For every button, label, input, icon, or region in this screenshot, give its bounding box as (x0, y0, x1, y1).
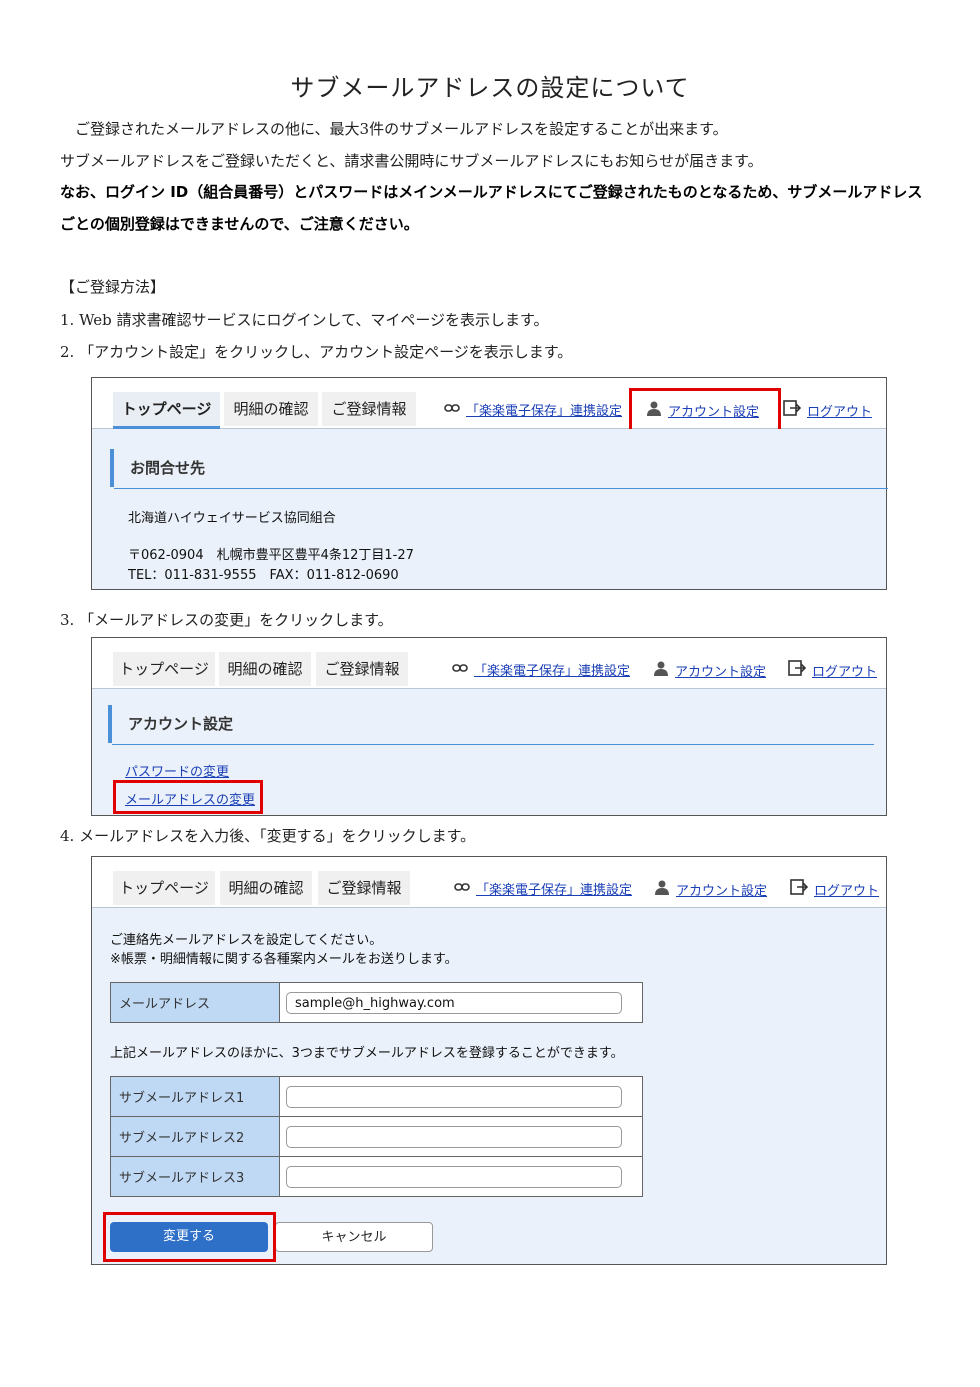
rakuraku-link-label[interactable]: 「楽楽電子保存」連携設定 (466, 400, 622, 419)
logout-link[interactable]: ログアウト (788, 660, 877, 680)
address: 〒062-0904 札幌市豊平区豊平4条12丁目1-27 (128, 548, 414, 563)
step-3: 3. 「メールアドレスの変更」をクリックします。 (60, 611, 393, 629)
account-link-label[interactable]: アカウント設定 (675, 661, 766, 680)
logout-link-label[interactable]: ログアウト (814, 880, 879, 899)
content-area: ご連絡先メールアドレスを設定してください。 ※帳票・明細情報に関する各種案内メー… (92, 908, 886, 1264)
step-2: 2. 「アカウント設定」をクリックし、アカウント設定ページを表示します。 (60, 343, 573, 361)
rakuraku-link-label[interactable]: 「楽楽電子保存」連携設定 (474, 660, 630, 679)
main-mail-table: メールアドレス sample@h_highway.com (110, 982, 643, 1023)
logout-link-label[interactable]: ログアウト (812, 661, 877, 680)
tab-meisai[interactable]: 明細の確認 (220, 871, 312, 905)
logout-icon (790, 879, 809, 899)
section-underline (114, 488, 888, 489)
navbar: トップページ 明細の確認 ご登録情報 「楽楽電子保存」連携設定 アカウント設定 … (92, 857, 886, 908)
screenshot-mypage: トップページ 明細の確認 ご登録情報 「楽楽電子保存」連携設定 アカウント設定 … (91, 377, 888, 590)
cancel-button[interactable]: キャンセル (275, 1222, 433, 1252)
content-area: アカウント設定 パスワードの変更 メールアドレスの変更 (92, 689, 886, 815)
logout-link-label[interactable]: ログアウト (807, 401, 872, 420)
org-name: 北海道ハイウェイサービス協同組合 (128, 511, 336, 526)
sub3-input[interactable] (286, 1165, 622, 1188)
highlight-account (629, 388, 781, 432)
intro-line-2: サブメールアドレスをご登録いただくと、請求書公開時にサブメールアドレスにもお知ら… (60, 152, 763, 170)
step-4: 4. メールアドレスを入力後、「変更する」をクリックします。 (60, 827, 476, 845)
logout-icon (788, 660, 807, 680)
screenshot-mail-settings: トップページ 明細の確認 ご登録情報 「楽楽電子保存」連携設定 アカウント設定 … (91, 856, 887, 1265)
account-link[interactable]: アカウント設定 (653, 660, 766, 680)
content-area: お問合せ先 北海道ハイウェイサービス協同組合 〒062-0904 札幌市豊平区豊… (92, 429, 888, 589)
sub1-input[interactable] (286, 1085, 622, 1108)
tel-fax: TEL：011-831-9555 FAX：011-812-0690 (128, 568, 399, 583)
logout-link[interactable]: ログアウト (790, 879, 879, 899)
notice-line-1: なお、ログイン ID（組合員番号）とパスワードはメインメールアドレスにてご登録さ… (60, 183, 923, 201)
sub-mail-table: サブメールアドレス1 サブメールアドレス2 サブメールアドレス3 (110, 1076, 643, 1197)
rakuraku-link[interactable]: 「楽楽電子保存」連携設定 (444, 400, 622, 419)
sub-mail-note: 上記メールアドレスのほかに、3つまでサブメールアドレスを登録することができます。 (110, 1046, 624, 1061)
step-1: 1. Web 請求書確認サービスにログインして、マイページを表示します。 (60, 311, 549, 329)
screenshot-account-settings: トップページ 明細の確認 ご登録情報 「楽楽電子保存」連携設定 アカウント設定 … (91, 637, 887, 816)
method-heading: 【ご登録方法】 (60, 278, 166, 296)
rakuraku-link[interactable]: 「楽楽電子保存」連携設定 (452, 660, 630, 679)
tab-top-page[interactable]: トップページ (113, 392, 220, 429)
navbar: トップページ 明細の確認 ご登録情報 「楽楽電子保存」連携設定 アカウント設定 … (92, 638, 886, 689)
tab-touroku[interactable]: ご登録情報 (316, 652, 408, 686)
intro-line-1: ご登録されたメールアドレスの他に、最大3件のサブメールアドレスを設定することが出… (75, 120, 728, 138)
tab-touroku[interactable]: ご登録情報 (318, 871, 410, 905)
person-icon (654, 879, 670, 899)
tab-meisai[interactable]: 明細の確認 (219, 652, 311, 686)
highlight-submit (103, 1212, 276, 1262)
instruction-line-1: ご連絡先メールアドレスを設定してください。 (110, 933, 383, 948)
logout-link[interactable]: ログアウト (783, 400, 872, 420)
password-change-link[interactable]: パスワードの変更 (125, 761, 229, 780)
tab-touroku[interactable]: ご登録情報 (322, 392, 416, 426)
rakuraku-link-label[interactable]: 「楽楽電子保存」連携設定 (476, 879, 632, 898)
mail-label: メールアドレス (110, 982, 280, 1023)
sub3-label: サブメールアドレス3 (110, 1156, 280, 1197)
sub1-label: サブメールアドレス1 (110, 1076, 280, 1117)
section-heading: お問合せ先 (110, 449, 205, 487)
page-title: サブメールアドレスの設定について (290, 74, 690, 102)
account-link[interactable]: アカウント設定 (654, 879, 767, 899)
highlight-mail-change (113, 780, 263, 814)
tab-top-page[interactable]: トップページ (113, 652, 215, 686)
section-heading: アカウント設定 (108, 705, 233, 743)
tab-top-page[interactable]: トップページ (113, 871, 215, 905)
logout-icon (783, 400, 802, 420)
tab-meisai[interactable]: 明細の確認 (224, 392, 318, 426)
account-link-label[interactable]: アカウント設定 (676, 880, 767, 899)
link-icon (452, 662, 468, 677)
instruction-line-2: ※帳票・明細情報に関する各種案内メールをお送りします。 (110, 952, 458, 967)
rakuraku-link[interactable]: 「楽楽電子保存」連携設定 (454, 879, 632, 898)
mail-cell: sample@h_highway.com (279, 982, 643, 1023)
link-icon (444, 402, 460, 417)
sub2-input[interactable] (286, 1125, 622, 1148)
notice-line-2: ごとの個別登録はできませんので、ご注意ください。 (60, 215, 419, 233)
mail-input[interactable]: sample@h_highway.com (286, 991, 622, 1014)
person-icon (653, 660, 669, 680)
link-icon (454, 881, 470, 896)
sub2-label: サブメールアドレス2 (110, 1116, 280, 1157)
section-underline (112, 744, 874, 745)
